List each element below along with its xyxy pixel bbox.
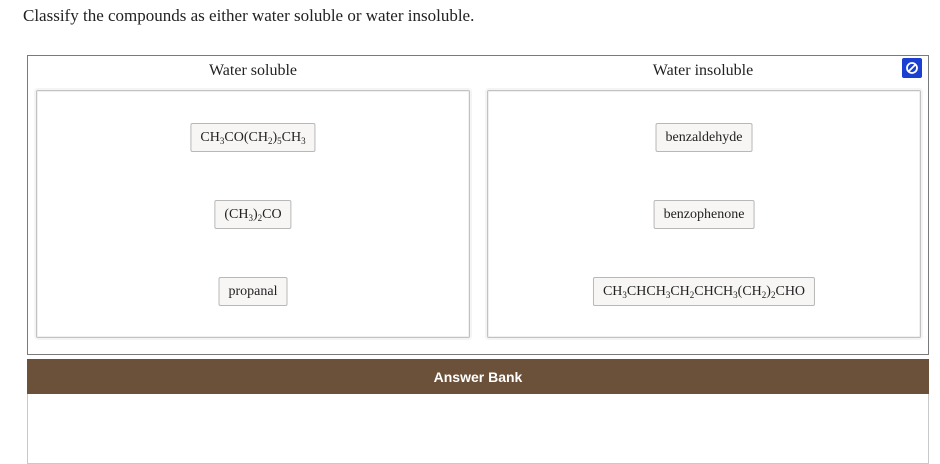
classification-panel: Water soluble Water insoluble CH3CO(CH2)… — [27, 55, 929, 355]
reset-button[interactable] — [902, 58, 922, 78]
answer-bank-label: Answer Bank — [433, 368, 523, 385]
compound-chip[interactable]: (CH3)2CO — [214, 200, 292, 229]
column-title-water-soluble: Water soluble — [208, 62, 297, 79]
answer-bank-area[interactable] — [27, 394, 929, 464]
compound-chip[interactable]: propanal — [218, 277, 288, 306]
bin-water-soluble[interactable]: CH3CO(CH2)5CH3 (CH3)2CO propanal — [36, 90, 470, 338]
compound-chip[interactable]: CH3CO(CH2)5CH3 — [190, 123, 316, 152]
column-title-water-insoluble: Water insoluble — [652, 62, 754, 79]
reset-icon — [906, 62, 918, 74]
answer-bank-header: Answer Bank — [27, 359, 929, 394]
question-text: Classify the compounds as either water s… — [23, 6, 475, 25]
compound-chip[interactable]: benzaldehyde — [655, 123, 753, 152]
bin-water-insoluble[interactable]: benzaldehyde benzophenone CH3CHCH3CH2CHC… — [487, 90, 921, 338]
compound-chip[interactable]: benzophenone — [653, 200, 755, 229]
compound-chip[interactable]: CH3CHCH3CH2CHCH3(CH2)2CHO — [592, 277, 816, 306]
